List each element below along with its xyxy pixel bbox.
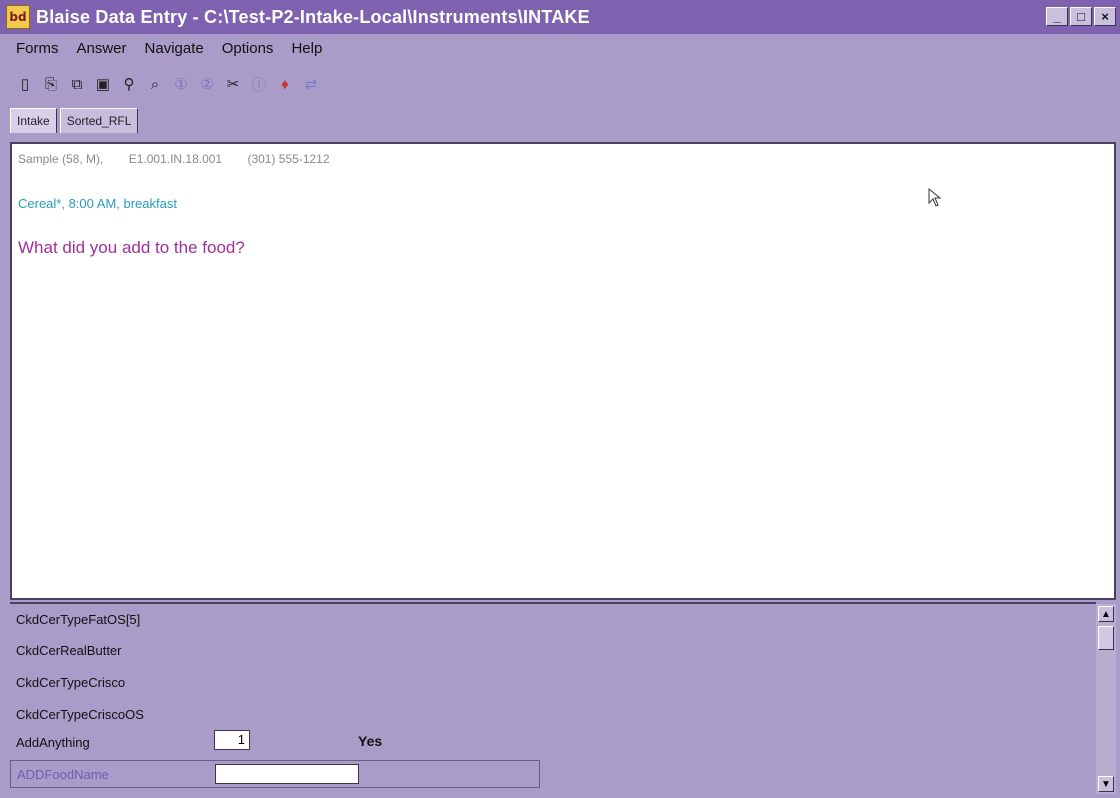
close-button[interactable]: × (1094, 7, 1116, 26)
remark-icon[interactable]: ♦ (274, 73, 296, 95)
tab-intake[interactable]: Intake (10, 108, 57, 133)
copy-icon[interactable]: ⧉ (66, 73, 88, 95)
respondent-label: Sample (58, M), (18, 152, 104, 166)
scroll-up-icon[interactable]: ▲ (1098, 606, 1114, 622)
case-id: E1.001.IN.18.001 (128, 152, 223, 166)
respondent-info: Sample (58, M), E1.001.IN.18.001 (301) 5… (18, 152, 352, 166)
app-icon: bd (6, 5, 30, 29)
phone-number: (301) 555-1212 (247, 152, 330, 166)
question-text: What did you add to the food? (18, 238, 245, 257)
add-anything-answer-field[interactable]: 1 (214, 730, 250, 750)
find-icon[interactable]: ⌕ (144, 73, 166, 95)
title-bar: bd Blaise Data Entry - C:\Test-P2-Intake… (0, 0, 1120, 34)
add-anything-answer-label: Yes (358, 733, 383, 749)
field-name-add-anything[interactable]: AddAnything (16, 735, 90, 750)
menu-forms[interactable]: Forms (16, 40, 59, 57)
menu-bar: Forms Answer Navigate Options Help (0, 34, 1120, 62)
field-name-add-food-name: ADDFoodName (17, 767, 109, 782)
scroll-thumb[interactable] (1098, 626, 1114, 650)
question-panel: Sample (58, M), E1.001.IN.18.001 (301) 5… (10, 142, 1116, 600)
info-icon[interactable]: ② (196, 73, 218, 95)
info-circle-icon[interactable]: ⓘ (248, 73, 270, 95)
field-name-row[interactable]: CkdCerTypeFatOS[5] (16, 612, 140, 627)
minimize-button[interactable]: _ (1046, 7, 1068, 26)
field-list-scrollbar[interactable]: ▲ ▼ (1096, 604, 1116, 794)
menu-help[interactable]: Help (291, 40, 322, 57)
field-name-row[interactable]: CkdCerRealButter (16, 643, 122, 658)
current-field-row: ADDFoodName (10, 760, 540, 788)
search-icon[interactable]: ⚲ (118, 73, 140, 95)
save-icon[interactable]: ▣ (92, 73, 114, 95)
mouse-cursor-icon (928, 188, 942, 207)
attach-icon[interactable]: ✂ (222, 73, 244, 95)
menu-navigate[interactable]: Navigate (145, 40, 204, 57)
field-name-row[interactable]: CkdCerTypeCrisco (16, 675, 125, 690)
tab-sorted-rfl[interactable]: Sorted_RFL (59, 108, 139, 133)
help-icon[interactable]: ① (170, 73, 192, 95)
menu-options[interactable]: Options (222, 40, 274, 57)
link-icon[interactable]: ⇄ (300, 73, 322, 95)
new-icon[interactable]: ▯ (14, 73, 36, 95)
tab-strip: Intake Sorted_RFL (10, 108, 141, 133)
window-controls: _ □ × (1046, 7, 1116, 26)
maximize-button[interactable]: □ (1070, 7, 1092, 26)
toolbar: ▯ ⎘ ⧉ ▣ ⚲ ⌕ ① ② ✂ ⓘ ♦ ⇄ (0, 64, 1120, 104)
field-name-row[interactable]: CkdCerTypeCriscoOS (16, 707, 144, 722)
window-title: Blaise Data Entry - C:\Test-P2-Intake-Lo… (36, 6, 590, 27)
scroll-down-icon[interactable]: ▼ (1098, 776, 1114, 792)
open-icon[interactable]: ⎘ (40, 73, 62, 95)
add-food-name-input[interactable] (215, 764, 359, 784)
menu-answer[interactable]: Answer (77, 40, 127, 57)
food-context: Cereal*, 8:00 AM, breakfast (18, 196, 177, 211)
